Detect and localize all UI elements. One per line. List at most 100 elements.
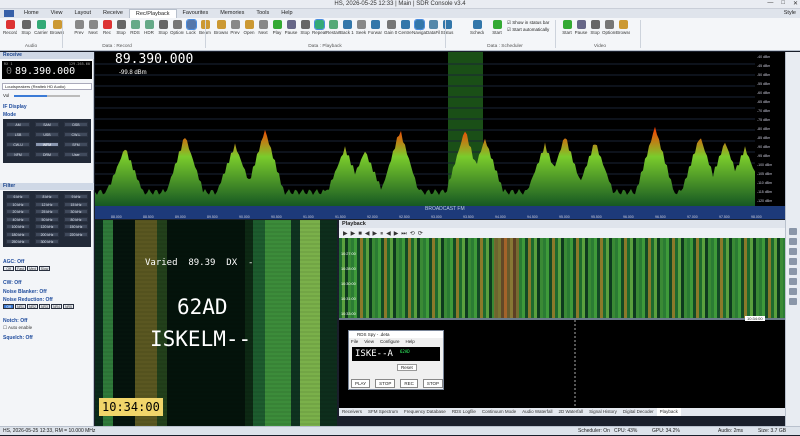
mode-button-wfm[interactable]: WFM <box>35 142 59 147</box>
menu-tab-help[interactable]: Help <box>275 9 298 18</box>
rds-rec-button-2[interactable]: REC <box>400 379 418 388</box>
ribbon-button-16[interactable]: Open <box>242 20 256 35</box>
filter-button-19[interactable]: 300 kHz <box>35 239 59 244</box>
nr-button-nr5[interactable]: NR5 <box>63 304 74 309</box>
mode-button-nfm[interactable]: NFM <box>6 152 30 157</box>
ribbon-button-14[interactable]: Browse <box>214 20 228 35</box>
minimize-icon[interactable]: — <box>767 0 773 7</box>
ribbon-button-9[interactable]: HDR <box>142 20 156 35</box>
tab-playback[interactable]: Playback <box>656 408 681 416</box>
rds-stop-button-1[interactable]: STOP <box>375 379 396 388</box>
scheduler-option-1[interactable]: ☑ Start automatically <box>507 27 549 33</box>
nr-button-nr4[interactable]: NR4 <box>51 304 62 309</box>
rds-menu-configure[interactable]: Configure <box>380 339 400 344</box>
side-tool-icon-7[interactable] <box>789 298 797 305</box>
ribbon-button-32[interactable]: Start <box>490 20 504 35</box>
agc-button-fast[interactable]: Fast <box>15 266 26 271</box>
menu-tab-tools[interactable]: Tools <box>250 9 275 18</box>
ribbon-button-11[interactable]: Options <box>170 20 184 35</box>
filter-button-8[interactable]: 30 kHz <box>64 209 88 214</box>
ribbon-button-25[interactable]: Forward 10 seconds <box>368 20 382 35</box>
ribbon-button-6[interactable]: Rec <box>100 20 114 35</box>
noise-reduction-label[interactable]: Noise Reduction: Off <box>3 297 53 303</box>
ribbon-button-23[interactable]: Back 10 seconds <box>340 20 354 35</box>
menu-tab-memories[interactable]: Memories <box>214 9 250 18</box>
ribbon-button-17[interactable]: Next <box>256 20 270 35</box>
tab-audio-waterfall[interactable]: Audio Waterfall <box>519 408 555 416</box>
filter-button-4[interactable]: 12 kHz <box>35 201 59 207</box>
ribbon-button-24[interactable]: Seek <box>354 20 368 35</box>
menu-tab-receive[interactable]: Receive <box>97 9 129 18</box>
filter-button-0[interactable]: 6 kHz <box>6 194 30 199</box>
ribbon-button-0[interactable]: Record <box>3 20 17 35</box>
volume-slider[interactable] <box>14 95 80 97</box>
ribbon-button-2[interactable]: Carrier <box>34 20 48 35</box>
ribbon-button-20[interactable]: Stop <box>298 20 312 35</box>
side-tool-icon-2[interactable] <box>789 248 797 255</box>
tab-receivers[interactable]: Receivers <box>339 408 365 416</box>
ribbon-button-31[interactable]: Schedule <box>470 20 484 35</box>
nr-button-off[interactable]: Off <box>3 304 14 309</box>
mode-button-drm[interactable]: DRM <box>35 152 59 157</box>
side-tool-icon-1[interactable] <box>789 238 797 245</box>
filter-button-9[interactable]: 40 kHz <box>6 216 30 222</box>
waterfall-display[interactable]: Varied 89.39 DX - 62AD ISKELM-- 10:34:00 <box>95 220 337 427</box>
tab-signal-history[interactable]: Signal History <box>586 408 620 416</box>
tab-frequency-database[interactable]: Frequency Database <box>401 408 449 416</box>
agc-button-slow[interactable]: Slow <box>39 266 50 271</box>
ribbon-button-10[interactable]: Stop <box>156 20 170 35</box>
menu-tab-layout[interactable]: Layout <box>69 9 98 18</box>
ribbon-button-21[interactable]: Repeat <box>312 19 326 35</box>
nr-button-nr3[interactable]: NR3 <box>39 304 50 309</box>
side-tool-icon-6[interactable] <box>789 288 797 295</box>
filter-button-10[interactable]: 50 kHz <box>35 216 59 222</box>
mode-button-dsb[interactable]: DSB <box>64 122 88 127</box>
rds-menu-file[interactable]: File <box>351 339 358 344</box>
ribbon-button-36[interactable]: Options <box>602 20 616 35</box>
noise-blanker-label[interactable]: Noise Blanker: Off <box>3 289 47 295</box>
side-tool-icon-5[interactable] <box>789 278 797 285</box>
tab-digital-decoder[interactable]: Digital Decoder <box>620 408 657 416</box>
filter-button-1[interactable]: 8 kHz <box>35 194 59 199</box>
ribbon-button-5[interactable]: Next <box>86 20 100 35</box>
maximize-icon[interactable]: □ <box>781 0 785 7</box>
filter-button-7[interactable]: 25 kHz <box>35 209 59 214</box>
ribbon-button-34[interactable]: Pause <box>574 20 588 35</box>
side-tool-icon-0[interactable] <box>789 228 797 235</box>
close-icon[interactable]: ✕ <box>793 0 798 7</box>
rds-menu-help[interactable]: Help <box>405 339 414 344</box>
filter-button-18[interactable]: 250 kHz <box>6 239 30 244</box>
vfo-display[interactable]: RX 1 129.265.60 0 89.390.000 <box>2 61 92 79</box>
mode-button-cw-l[interactable]: CW-L <box>64 132 88 137</box>
ribbon-button-1[interactable]: Stop <box>19 20 33 35</box>
scheduler-option-0[interactable]: ☑ Show in status bar <box>507 20 549 26</box>
filter-button-6[interactable]: 20 kHz <box>6 209 30 214</box>
side-tool-icon-4[interactable] <box>789 268 797 275</box>
spectrum-display[interactable]: -40 dBm -45 dBm -50 dBm -55 dBm -60 dBm -65 d… <box>95 52 785 219</box>
mode-button-usb[interactable]: USB <box>35 132 59 137</box>
mode-button-user[interactable]: User <box>64 152 88 157</box>
agc-button-med[interactable]: Med <box>27 266 38 271</box>
nr-button-nr2[interactable]: NR2 <box>27 304 38 309</box>
ribbon-button-27[interactable]: Centre <box>398 20 412 35</box>
mode-button-cw-u[interactable]: CW-U <box>6 142 30 147</box>
notch-label[interactable]: Notch: Off <box>3 318 27 324</box>
ribbon-button-18[interactable]: Play <box>270 20 284 35</box>
mode-button-sfm[interactable]: SFM <box>64 142 88 147</box>
rds-menu-view[interactable]: View <box>364 339 374 344</box>
ribbon-button-12[interactable]: Lock <box>184 19 198 35</box>
ribbon-button-30[interactable]: Status <box>440 20 454 35</box>
filter-button-16[interactable]: 200 kHz <box>35 231 59 237</box>
cw-label[interactable]: CW: Off <box>3 280 22 286</box>
tab-rds-logfile[interactable]: RDS Logfile <box>449 408 479 416</box>
menu-tab-home[interactable]: Home <box>18 9 45 18</box>
squelch-label[interactable]: Squelch: Off <box>3 335 33 341</box>
style-menu[interactable]: Style <box>784 10 796 16</box>
if-display-label[interactable]: IF Display <box>3 104 27 110</box>
mode-button-am[interactable]: AM <box>6 122 30 127</box>
ribbon-button-33[interactable]: Start <box>560 20 574 35</box>
side-tool-icon-3[interactable] <box>789 258 797 265</box>
ribbon-button-8[interactable]: RDS <box>128 20 142 35</box>
tab-2d-waterfall[interactable]: 2D Waterfall <box>555 408 586 416</box>
rds-spy-window[interactable]: RDS Spy - .deta File View Configure Help IS… <box>348 330 444 390</box>
